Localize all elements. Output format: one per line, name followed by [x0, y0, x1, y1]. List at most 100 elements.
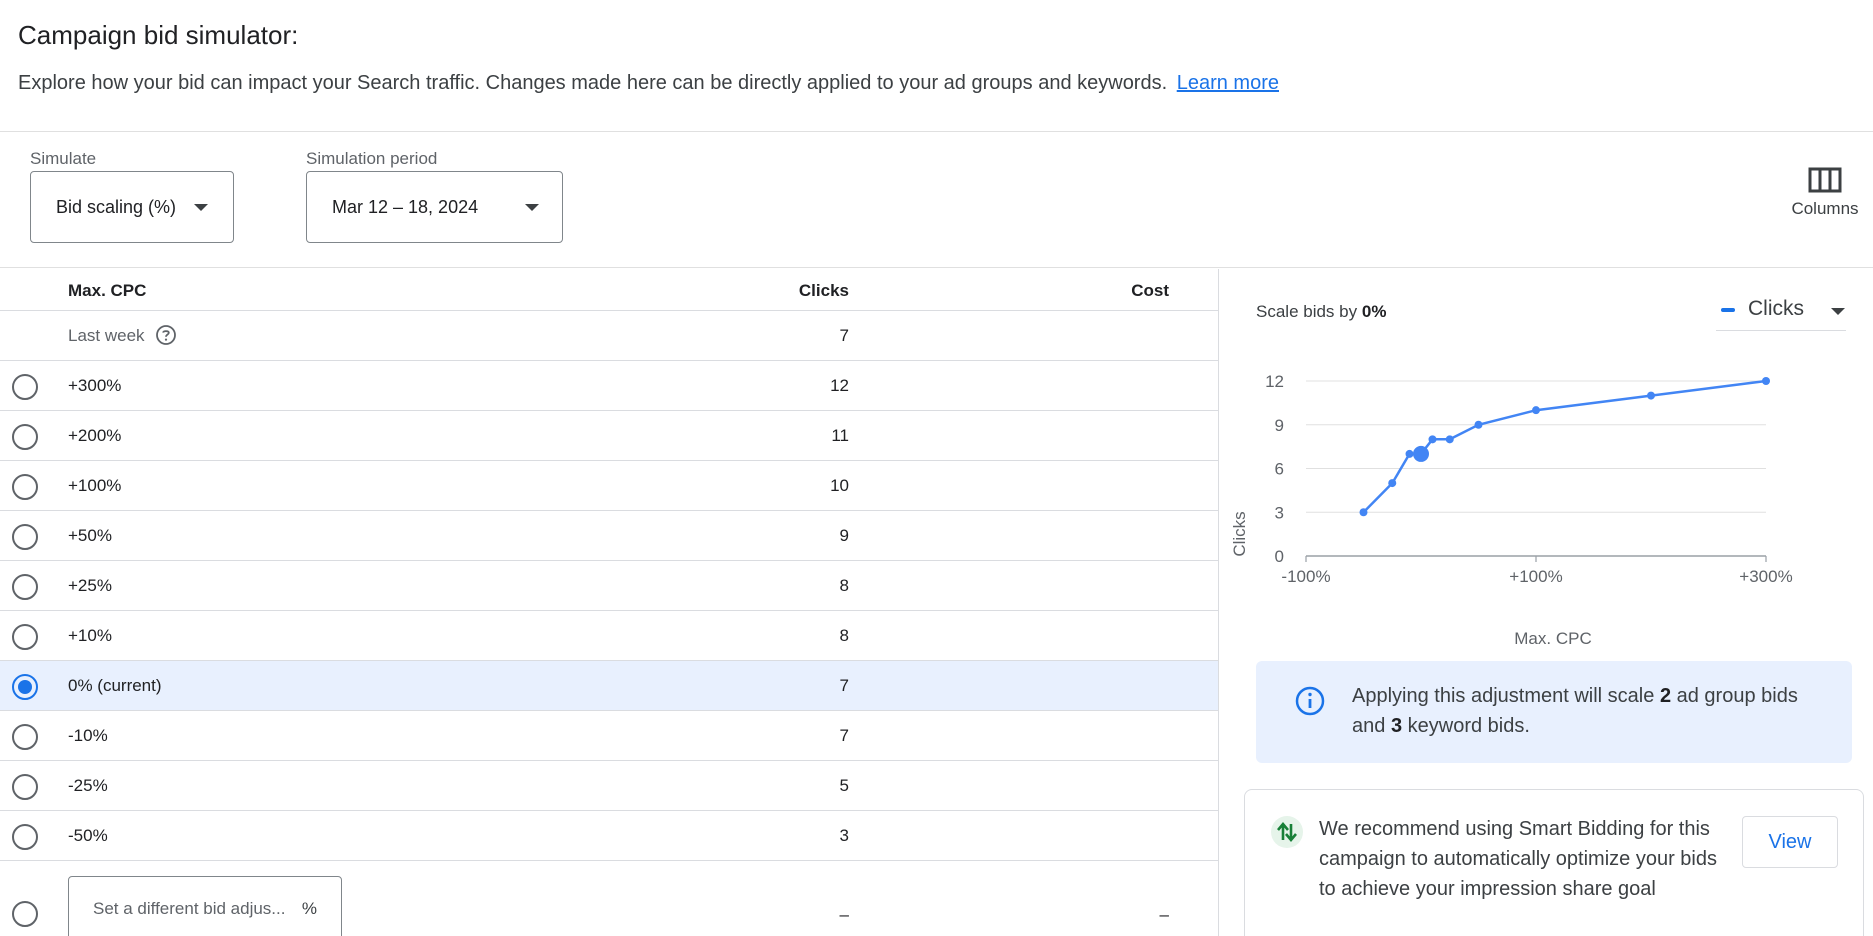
scale-bids-value: 0%	[1361, 302, 1387, 321]
chart-y-axis-label: Clicks	[1230, 511, 1249, 556]
adjustment-info-text: Applying this adjustment will scale 2 ad…	[1352, 685, 1798, 737]
table-row[interactable]: +200% 11	[0, 411, 1218, 461]
row-radio[interactable]	[12, 374, 38, 400]
chart-current-point[interactable]	[1413, 445, 1429, 462]
chart-point[interactable]	[1532, 406, 1540, 415]
simulation-period-dropdown[interactable]: Mar 12 – 18, 2024	[306, 171, 563, 243]
chart-points	[1359, 377, 1770, 517]
table-row[interactable]: -25% 5	[0, 761, 1218, 811]
scale-bids-prefix: Scale bids by	[1256, 302, 1358, 321]
custom-bid-radio[interactable]	[12, 901, 38, 927]
row-clicks: 11	[831, 426, 849, 445]
adjustment-info-banner: Applying this adjustment will scale 2 ad…	[1256, 661, 1852, 763]
page-description: Explore how your bid can impact your Sea…	[18, 72, 1279, 95]
custom-bid-clicks: –	[839, 905, 849, 924]
simulation-side-panel: Scale bids by 0% Clicks 0 3 6 9 12 -100% +100…	[1220, 269, 1873, 936]
table-row[interactable]: +10% 8	[0, 611, 1218, 661]
table-row[interactable]: +50% 9	[0, 511, 1218, 561]
chart-y-ticks: 0 3 6 9 12	[1265, 372, 1284, 566]
table-row[interactable]: -50% 3	[0, 811, 1218, 861]
row-clicks: 12	[830, 376, 849, 395]
table-row[interactable]: +100% 10	[0, 461, 1218, 511]
columns-button[interactable]: Columns	[1785, 167, 1865, 227]
chart-point[interactable]	[1647, 391, 1655, 400]
chart-x-tick-label: +300%	[1739, 567, 1792, 586]
chart-point[interactable]	[1762, 377, 1770, 385]
row-clicks: 8	[839, 626, 849, 645]
clicks-chart: 0 3 6 9 12 -100% +100% +300% Clicks Max. CPC	[1230, 372, 1793, 648]
chart-point[interactable]	[1359, 508, 1368, 517]
help-icon[interactable]	[155, 324, 177, 346]
chart-point[interactable]	[1445, 435, 1454, 444]
chevron-down-icon	[525, 204, 539, 211]
row-radio[interactable]	[12, 574, 38, 600]
table-row[interactable]: +25% 8	[0, 561, 1218, 611]
row-radio[interactable]	[12, 724, 38, 750]
columns-label: Columns	[1791, 199, 1859, 218]
custom-bid-unit: %	[301, 899, 317, 918]
row-bid-scaling: -10%	[68, 726, 108, 745]
row-radio[interactable]	[12, 424, 38, 450]
header-max-cpc[interactable]: Max. CPC	[68, 281, 146, 301]
chart-y-tick-label: 0	[1275, 547, 1284, 566]
row-radio[interactable]	[12, 824, 38, 850]
simulate-value: Bid scaling (%)	[56, 196, 177, 217]
info-icon	[1295, 686, 1325, 716]
row-radio[interactable]	[12, 674, 38, 700]
header-clicks[interactable]: Clicks	[799, 281, 849, 301]
chart-x-tick-label: +100%	[1509, 567, 1562, 586]
row-bid-scaling: +100%	[68, 476, 122, 495]
chart-point[interactable]	[1474, 420, 1483, 429]
simulate-label: Simulate	[30, 149, 97, 168]
custom-bid-placeholder: Set a different bid adjus...	[93, 899, 286, 918]
chart-x-axis-label: Max. CPC	[1514, 629, 1591, 648]
page-header: Campaign bid simulator: Explore how your…	[0, 0, 1873, 132]
smart-bidding-icon	[1271, 816, 1303, 848]
chart-x-tick-label: -100%	[1281, 567, 1330, 586]
custom-bid-cost: –	[1159, 905, 1169, 924]
simulate-dropdown[interactable]: Bid scaling (%)	[30, 171, 234, 243]
table-header: Max. CPC Clicks Cost	[0, 269, 1218, 311]
row-radio[interactable]	[12, 624, 38, 650]
chart-y-tick-label: 3	[1275, 503, 1284, 522]
row-radio[interactable]	[12, 474, 38, 500]
scale-bids-label: Scale bids by 0%	[1256, 302, 1386, 322]
row-clicks: 5	[839, 776, 849, 795]
metric-dropdown[interactable]: Clicks	[1716, 297, 1846, 331]
chart-point[interactable]	[1405, 449, 1414, 458]
row-radio[interactable]	[12, 774, 38, 800]
row-clicks: 7	[839, 676, 849, 695]
last-week-text: Last week	[68, 326, 145, 345]
chart-point[interactable]	[1388, 479, 1397, 488]
custom-bid-input[interactable]: Set a different bid adjus... %	[68, 876, 342, 936]
row-clicks: 10	[830, 476, 849, 495]
simulation-period-label: Simulation period	[306, 149, 438, 168]
recommendation-text: We recommend using Smart Bidding for thi…	[1319, 818, 1717, 900]
chevron-down-icon	[1831, 308, 1845, 315]
chevron-down-icon	[194, 204, 208, 211]
last-week-row: Last week 7	[0, 311, 1218, 361]
row-bid-scaling: -50%	[68, 826, 108, 845]
series-color-swatch	[1721, 308, 1735, 312]
row-bid-scaling: +25%	[68, 576, 112, 595]
metric-dropdown-value: Clicks	[1748, 297, 1804, 320]
chart-point[interactable]	[1428, 435, 1437, 444]
chart-x-ticks: -100% +100% +300%	[1281, 556, 1793, 586]
simulation-period-value: Mar 12 – 18, 2024	[332, 196, 479, 217]
row-clicks: 3	[839, 826, 849, 845]
learn-more-link[interactable]: Learn more	[1177, 72, 1279, 94]
last-week-clicks: 7	[839, 326, 849, 345]
page-title: Campaign bid simulator:	[18, 20, 299, 50]
description-text: Explore how your bid can impact your Sea…	[18, 72, 1168, 94]
header-cost[interactable]: Cost	[1131, 281, 1169, 301]
row-clicks: 8	[839, 576, 849, 595]
table-row[interactable]: -10% 7	[0, 711, 1218, 761]
table-row[interactable]: 0% (current) 7	[0, 661, 1218, 711]
row-bid-scaling: -25%	[68, 776, 108, 795]
columns-icon	[1808, 167, 1842, 193]
row-bid-scaling: +50%	[68, 526, 112, 545]
simulator-controls: Simulate Bid scaling (%) Simulation peri…	[0, 133, 1873, 268]
view-recommendation-button[interactable]: View	[1742, 816, 1838, 868]
row-radio[interactable]	[12, 524, 38, 550]
table-row[interactable]: +300% 12	[0, 361, 1218, 411]
